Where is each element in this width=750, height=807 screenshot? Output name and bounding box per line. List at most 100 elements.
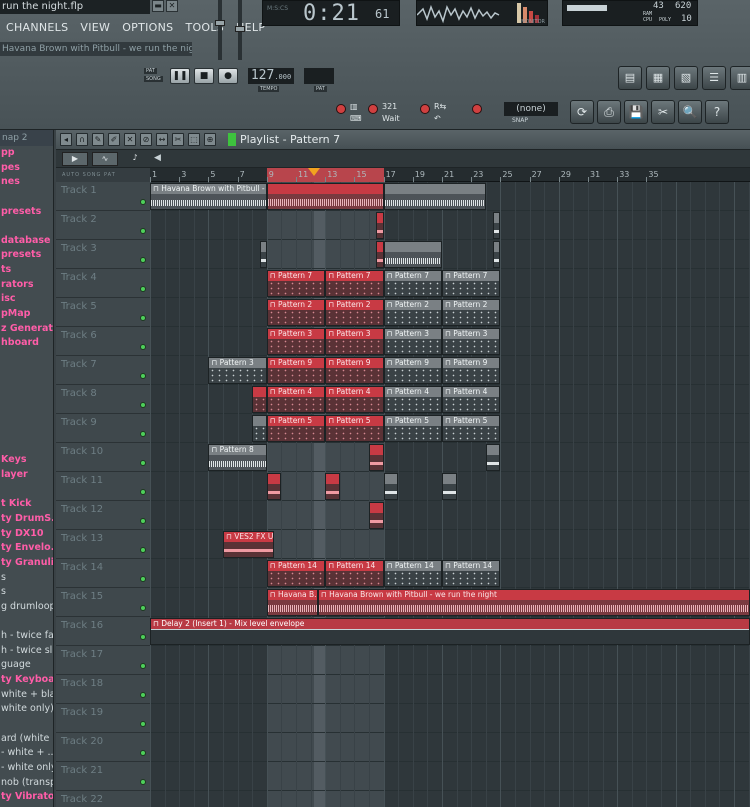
step-sequencer-button[interactable]: ▦ [646, 66, 670, 90]
mixer-button[interactable]: ▥ [730, 66, 750, 90]
playlist-clip[interactable] [266, 183, 384, 210]
record-button[interactable]: ● [218, 68, 238, 84]
pattern-picker-button[interactable]: ▶ [62, 152, 88, 166]
playlist-clip[interactable]: ⊓ Pattern 8 [208, 444, 267, 471]
track-header[interactable]: Track 21 [56, 762, 150, 791]
playlist-clip[interactable]: ⊓ Pattern 3 [442, 328, 501, 355]
loop-record-icon[interactable] [472, 104, 482, 114]
playlist-clip[interactable] [259, 241, 267, 268]
main-pitch-slider[interactable] [235, 0, 245, 60]
track-header[interactable]: Track 12 [56, 501, 150, 530]
playlist-clip[interactable] [376, 212, 384, 239]
track-mute-led[interactable] [140, 431, 146, 437]
paint-icon[interactable]: ✐ [108, 133, 120, 146]
playlist-clip[interactable] [485, 444, 501, 471]
playlist-clip[interactable]: ⊓ Pattern 4 [383, 386, 442, 413]
export-icon[interactable]: ⎙ [597, 100, 621, 124]
playlist-clip[interactable]: ⊓ Pattern 2 [442, 299, 501, 326]
browser-folder[interactable]: ts [0, 263, 53, 278]
playlist-clip[interactable] [383, 241, 442, 268]
mute-icon[interactable]: ⊘ [140, 133, 152, 146]
track-mute-led[interactable] [140, 489, 146, 495]
track-mute-led[interactable] [140, 779, 146, 785]
track-header[interactable]: Track 10 [56, 443, 150, 472]
track-header[interactable]: Track 19 [56, 704, 150, 733]
track-header[interactable]: Track 11 [56, 472, 150, 501]
oscilloscope-display[interactable]: MONITOR [416, 0, 548, 26]
playlist-clip[interactable] [383, 183, 486, 210]
playlist-clip[interactable]: ⊓ Pattern 2 [325, 299, 384, 326]
playlist-clip[interactable]: ⊓ Pattern 14 [266, 560, 326, 587]
browser-folder[interactable]: ty Envelo... [0, 541, 53, 556]
track-mute-led[interactable] [140, 576, 146, 582]
browser-folder[interactable]: nes [0, 175, 53, 190]
track-header[interactable]: Track 16 [56, 617, 150, 646]
track-mute-led[interactable] [140, 373, 146, 379]
search-icon[interactable]: 🔍 [678, 100, 702, 124]
playlist-clip[interactable]: ⊓ Havana Brown with Pitbull - we run the… [317, 589, 750, 616]
browser-folder[interactable]: ty Granuli... [0, 556, 53, 571]
playlist-clip[interactable]: ⊓ Pattern 7 [442, 270, 501, 297]
select-icon[interactable]: ⬚ [188, 133, 200, 146]
browser-file[interactable]: s [0, 585, 53, 600]
browser-folder[interactable]: ty Vibrator [0, 790, 53, 805]
browser-folder[interactable]: t Kick [0, 497, 53, 512]
track-header[interactable]: Track 15 [56, 588, 150, 617]
playlist-button[interactable]: ▤ [618, 66, 642, 90]
track-mute-led[interactable] [140, 315, 146, 321]
browser-file[interactable]: g drumloops [0, 600, 53, 615]
browser-folder[interactable]: pMap [0, 307, 53, 322]
playlist-clip[interactable]: ⊓ Pattern 7 [325, 270, 384, 297]
track-header[interactable]: Track 20 [56, 733, 150, 762]
browser-file[interactable]: - white only [0, 761, 53, 776]
track-mute-led[interactable] [140, 518, 146, 524]
track-header[interactable]: Track 4 [56, 269, 150, 298]
playlist-clip[interactable]: ⊓ Pattern 4 [325, 386, 384, 413]
playlist-clip[interactable]: ⊓ Pattern 3 [383, 328, 442, 355]
playlist-clip[interactable]: ⊓ Pattern 3 [266, 328, 326, 355]
playlist-clip[interactable]: ⊓ Pattern 2 [383, 299, 442, 326]
track-header[interactable]: Track 5 [56, 298, 150, 327]
playlist-clip[interactable]: ⊓ Pattern 4 [442, 386, 501, 413]
close-icon[interactable]: ✕ [166, 0, 178, 12]
slice-icon[interactable]: ✂ [172, 133, 184, 146]
browser-folder[interactable]: pp [0, 146, 53, 161]
browser-file[interactable]: ard (white ... [0, 732, 53, 747]
track-mute-led[interactable] [140, 402, 146, 408]
minimize-icon[interactable]: ▬ [152, 0, 164, 12]
playlist-clip[interactable] [383, 473, 399, 500]
track-header[interactable]: Track 22 [56, 791, 150, 807]
playlist-clip[interactable]: ⊓ Pattern 7 [266, 270, 326, 297]
browser-file[interactable]: white + bla... [0, 688, 53, 703]
browser-folder[interactable]: pes [0, 161, 53, 176]
browser-file[interactable]: guage [0, 658, 53, 673]
metronome-icon[interactable] [336, 104, 346, 114]
time-display[interactable]: M:S:CS 0:21 61 [262, 0, 400, 26]
timeline-ruler[interactable]: 1 3 5 7 9 11 13 15 17 19 21 23 25 27 29 31 33 35 [150, 168, 750, 182]
browser-folder[interactable]: z Generat... [0, 322, 53, 337]
browser-folder[interactable]: ty DX10 [0, 527, 53, 542]
browser-folder[interactable]: database [0, 234, 53, 249]
browser-folder[interactable]: hboard [0, 336, 53, 351]
tempo-display[interactable]: 127.000 [248, 68, 294, 84]
menu-channels[interactable]: CHANNELS [0, 20, 74, 36]
track-header[interactable]: Track 6 [56, 327, 150, 356]
playlist-clip[interactable] [266, 473, 282, 500]
track-mute-led[interactable] [140, 286, 146, 292]
draw-icon[interactable]: ✎ [92, 133, 104, 146]
delete-icon[interactable]: ✕ [124, 133, 136, 146]
track-mute-led[interactable] [140, 692, 146, 698]
track-mute-led[interactable] [140, 257, 146, 263]
track-mute-led[interactable] [140, 344, 146, 350]
playlist-clip[interactable]: ⊓ Pattern 2 [266, 299, 326, 326]
browser-folder[interactable]: presets [0, 248, 53, 263]
playlist-clip[interactable] [325, 473, 340, 500]
browser-button[interactable]: ☰ [702, 66, 726, 90]
playlist-clip[interactable]: ⊓ Pattern 5 [325, 415, 384, 442]
track-mute-led[interactable] [140, 750, 146, 756]
track-mute-led[interactable] [140, 228, 146, 234]
slip-icon[interactable]: ↔ [156, 133, 168, 146]
playlist-clip[interactable]: ⊓ Pattern 14 [442, 560, 501, 587]
playhead-marker[interactable] [307, 168, 320, 176]
snap-select[interactable]: (none) [504, 102, 558, 116]
